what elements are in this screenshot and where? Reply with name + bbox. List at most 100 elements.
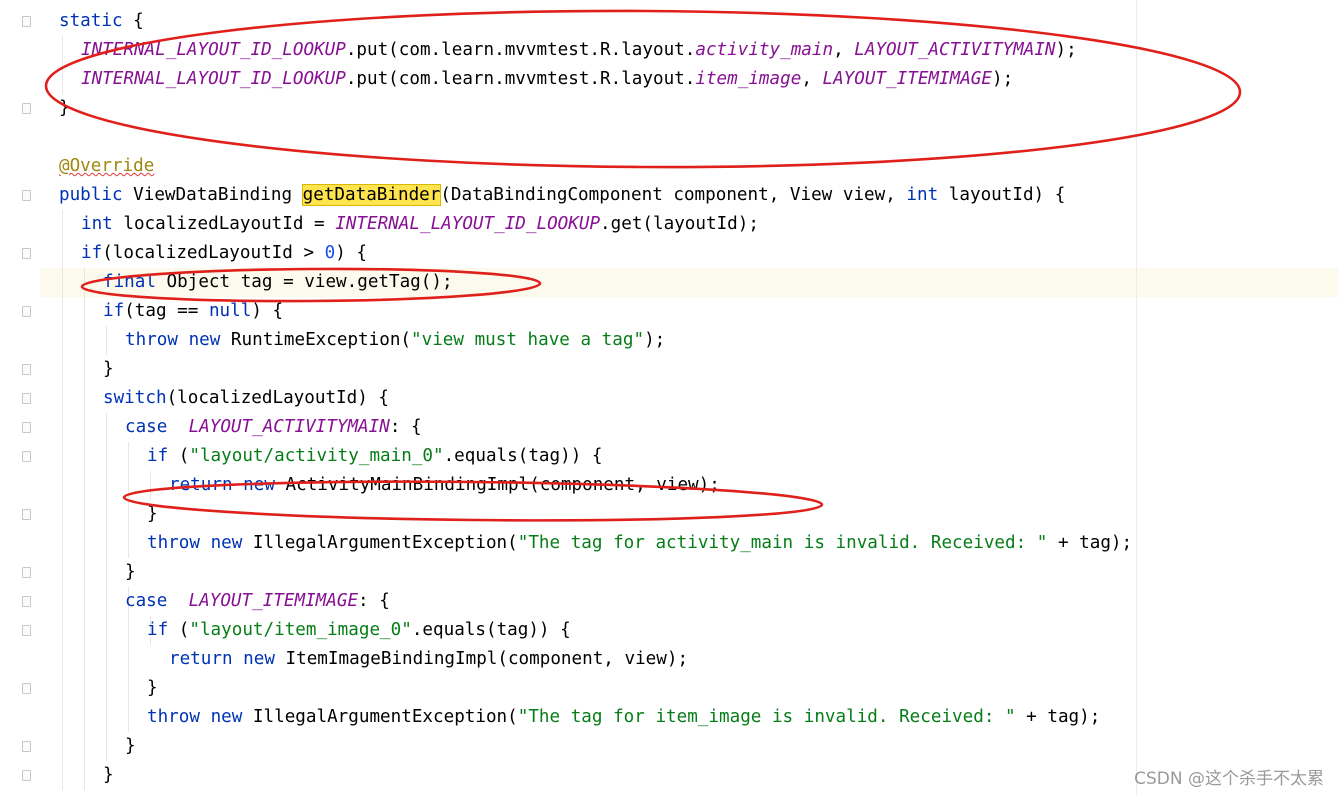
- code-token: ) {: [251, 301, 284, 321]
- code-token: }: [103, 359, 114, 379]
- code-token: .get(layoutId);: [600, 214, 759, 234]
- code-token: );: [644, 330, 666, 350]
- code-token: item_image: [695, 69, 802, 89]
- code-token: throw: [147, 707, 200, 727]
- code-token: ,: [833, 40, 855, 60]
- code-line[interactable]: throw new IllegalArgumentException("The …: [147, 703, 1100, 732]
- code-token: new: [243, 649, 275, 669]
- code-token: }: [147, 678, 158, 698]
- fold-marker-icon[interactable]: [22, 509, 31, 520]
- code-line[interactable]: INTERNAL_LAYOUT_ID_LOOKUP.put(com.learn.…: [81, 36, 1077, 65]
- fold-marker-icon[interactable]: [22, 393, 31, 404]
- code-line[interactable]: return new ItemImageBindingImpl(componen…: [169, 645, 688, 674]
- code-token: (tag ==: [124, 301, 209, 321]
- watermark: CSDN @这个杀手不太累: [1134, 769, 1324, 789]
- indent-guide: [128, 442, 129, 558]
- right-margin-guide: [1136, 0, 1137, 795]
- code-line[interactable]: case LAYOUT_ACTIVITYMAIN: {: [125, 413, 422, 442]
- code-line[interactable]: int localizedLayoutId = INTERNAL_LAYOUT_…: [81, 210, 759, 239]
- code-line[interactable]: }: [147, 500, 158, 529]
- code-line[interactable]: INTERNAL_LAYOUT_ID_LOOKUP.put(com.learn.…: [81, 65, 1013, 94]
- code-token: + tag);: [1015, 707, 1101, 727]
- code-line[interactable]: return new ActivityMainBindingImpl(compo…: [169, 471, 720, 500]
- code-token: (: [168, 620, 190, 640]
- indent-guide: [106, 326, 107, 355]
- code-token: int: [906, 185, 939, 205]
- code-line[interactable]: static {: [59, 7, 144, 36]
- code-token: }: [59, 98, 70, 118]
- code-token: LAYOUT_ITEMIMAGE: [822, 69, 992, 89]
- fold-marker-icon[interactable]: [22, 596, 31, 607]
- code-token: IllegalArgumentException(: [242, 533, 518, 553]
- highlighted-method-name: getDataBinder: [301, 184, 442, 206]
- fold-marker-icon[interactable]: [22, 451, 31, 462]
- fold-marker-icon[interactable]: [22, 16, 31, 27]
- code-token: case: [125, 417, 168, 437]
- code-line[interactable]: if ("layout/item_image_0".equals(tag)) {: [147, 616, 571, 645]
- code-token: RuntimeException(: [220, 330, 412, 350]
- code-token: INTERNAL_LAYOUT_ID_LOOKUP: [335, 214, 601, 234]
- code-token: + tag);: [1047, 533, 1133, 553]
- fold-marker-icon[interactable]: [22, 422, 31, 433]
- code-token: @Override: [59, 156, 155, 176]
- fold-marker-icon[interactable]: [22, 770, 31, 781]
- code-line[interactable]: @Override: [59, 152, 154, 181]
- fold-marker-icon[interactable]: [22, 248, 31, 259]
- code-line[interactable]: case LAYOUT_ITEMIMAGE: {: [125, 587, 390, 616]
- indent-guide: [84, 268, 85, 790]
- code-token: "The tag for activity_main is invalid. R…: [517, 533, 1048, 553]
- fold-marker-icon[interactable]: [22, 364, 31, 375]
- code-token: int: [81, 214, 113, 234]
- code-line[interactable]: if ("layout/activity_main_0".equals(tag)…: [147, 442, 602, 471]
- code-line[interactable]: }: [103, 761, 114, 790]
- code-line[interactable]: switch(localizedLayoutId) {: [103, 384, 389, 413]
- code-token: final: [103, 272, 156, 292]
- code-token: return: [169, 649, 233, 669]
- code-line[interactable]: final Object tag = view.getTag();: [103, 268, 453, 297]
- code-token: static: [59, 11, 123, 31]
- code-token: if: [147, 446, 169, 466]
- code-token: if: [81, 243, 103, 263]
- code-editor[interactable]: static {INTERNAL_LAYOUT_ID_LOOKUP.put(co…: [0, 0, 1338, 795]
- code-line[interactable]: }: [125, 558, 136, 587]
- code-token: .put(com.learn.mvvmtest.R.layout.: [345, 40, 696, 60]
- code-line[interactable]: }: [103, 355, 114, 384]
- code-token: .put(com.learn.mvvmtest.R.layout.: [345, 69, 696, 89]
- code-token: throw: [125, 330, 178, 350]
- code-token: layoutId) {: [938, 185, 1066, 205]
- code-line[interactable]: throw new IllegalArgumentException("The …: [147, 529, 1132, 558]
- code-token: "layout/item_image_0": [189, 620, 412, 640]
- fold-marker-icon[interactable]: [22, 306, 31, 317]
- code-line[interactable]: }: [59, 94, 70, 123]
- fold-marker-icon[interactable]: [22, 741, 31, 752]
- code-token: : {: [389, 417, 422, 437]
- code-line[interactable]: if(localizedLayoutId > 0) {: [81, 239, 367, 268]
- code-token: activity_main: [695, 40, 834, 60]
- code-token: return: [169, 475, 233, 495]
- code-token: }: [147, 504, 158, 524]
- fold-marker-icon[interactable]: [22, 625, 31, 636]
- fold-marker-icon[interactable]: [22, 190, 31, 201]
- code-token: new: [188, 330, 221, 350]
- code-token: ItemImageBindingImpl(component, view);: [274, 649, 689, 669]
- code-line[interactable]: }: [125, 732, 136, 761]
- indent-guide: [106, 413, 107, 761]
- fold-marker-icon[interactable]: [22, 567, 31, 578]
- code-line[interactable]: }: [147, 674, 158, 703]
- code-token: (DataBindingComponent component, View vi…: [440, 185, 907, 205]
- code-line[interactable]: if(tag == null) {: [103, 297, 283, 326]
- code-line[interactable]: throw new RuntimeException("view must ha…: [125, 326, 665, 355]
- code-token: public: [59, 185, 123, 205]
- code-token: new: [243, 475, 275, 495]
- fold-marker-icon[interactable]: [22, 103, 31, 114]
- indent-guide: [62, 36, 63, 94]
- code-token: IllegalArgumentException(: [242, 707, 518, 727]
- fold-marker-icon[interactable]: [22, 683, 31, 694]
- code-line[interactable]: public ViewDataBinding getDataBinder(Dat…: [59, 181, 1065, 210]
